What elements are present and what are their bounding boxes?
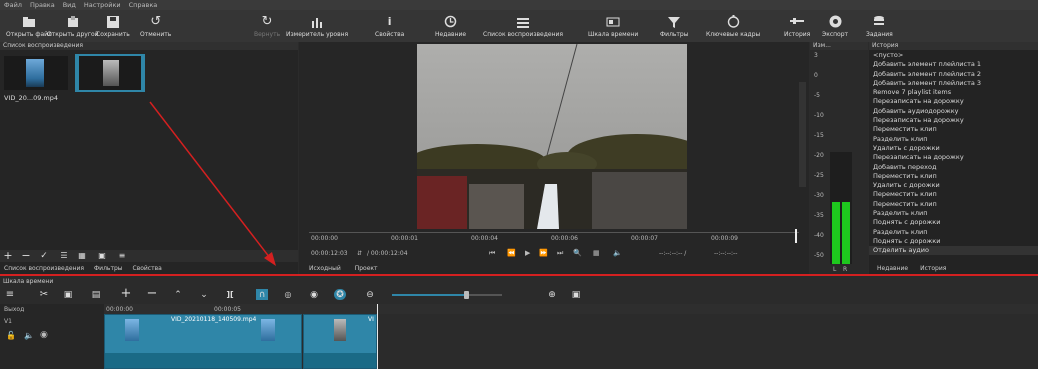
annotation-arrow bbox=[149, 101, 276, 266]
